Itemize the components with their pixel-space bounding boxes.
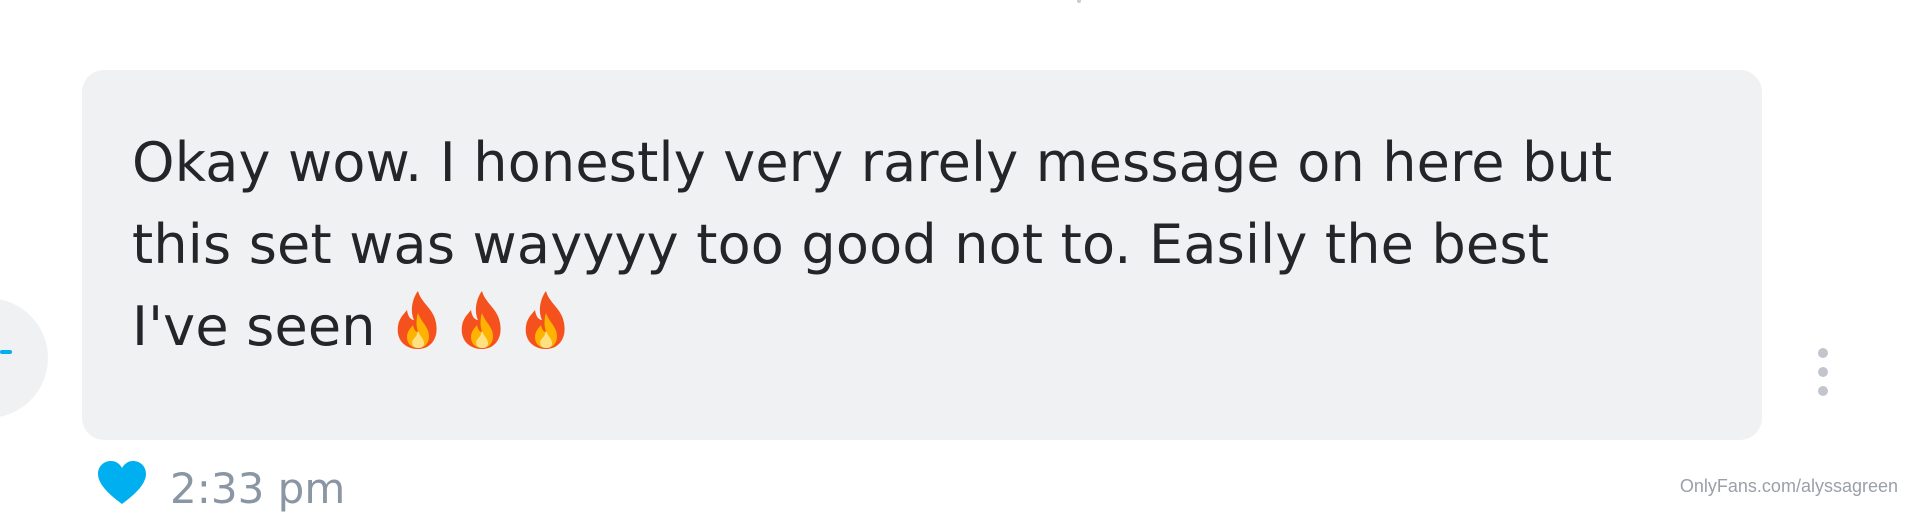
message-line-3: I've seen <box>132 295 376 358</box>
more-dot <box>1818 386 1828 396</box>
top-divider-mark <box>1077 0 1081 3</box>
message-bubble: Okay wow. I honestly very rarely message… <box>82 70 1762 440</box>
avatar-accent-mark <box>0 350 12 354</box>
avatar[interactable] <box>0 298 48 418</box>
more-dot <box>1818 367 1828 377</box>
fire-emoji-icon <box>518 289 574 351</box>
message-line-2: this set was wayyyy too good not to. Eas… <box>132 213 1550 276</box>
fire-emoji-icon <box>454 289 510 351</box>
message-line-1: Okay wow. I honestly very rarely message… <box>132 131 1613 194</box>
watermark-text: OnlyFans.com/alyssagreen <box>1679 476 1898 496</box>
message-timestamp: 2:33 pm <box>170 464 346 513</box>
fire-emoji-icon <box>390 289 446 351</box>
message-text: Okay wow. I honestly very rarely message… <box>132 122 1706 368</box>
more-vertical-icon[interactable] <box>1808 344 1838 400</box>
heart-icon[interactable] <box>96 460 148 506</box>
more-dot <box>1818 348 1828 358</box>
